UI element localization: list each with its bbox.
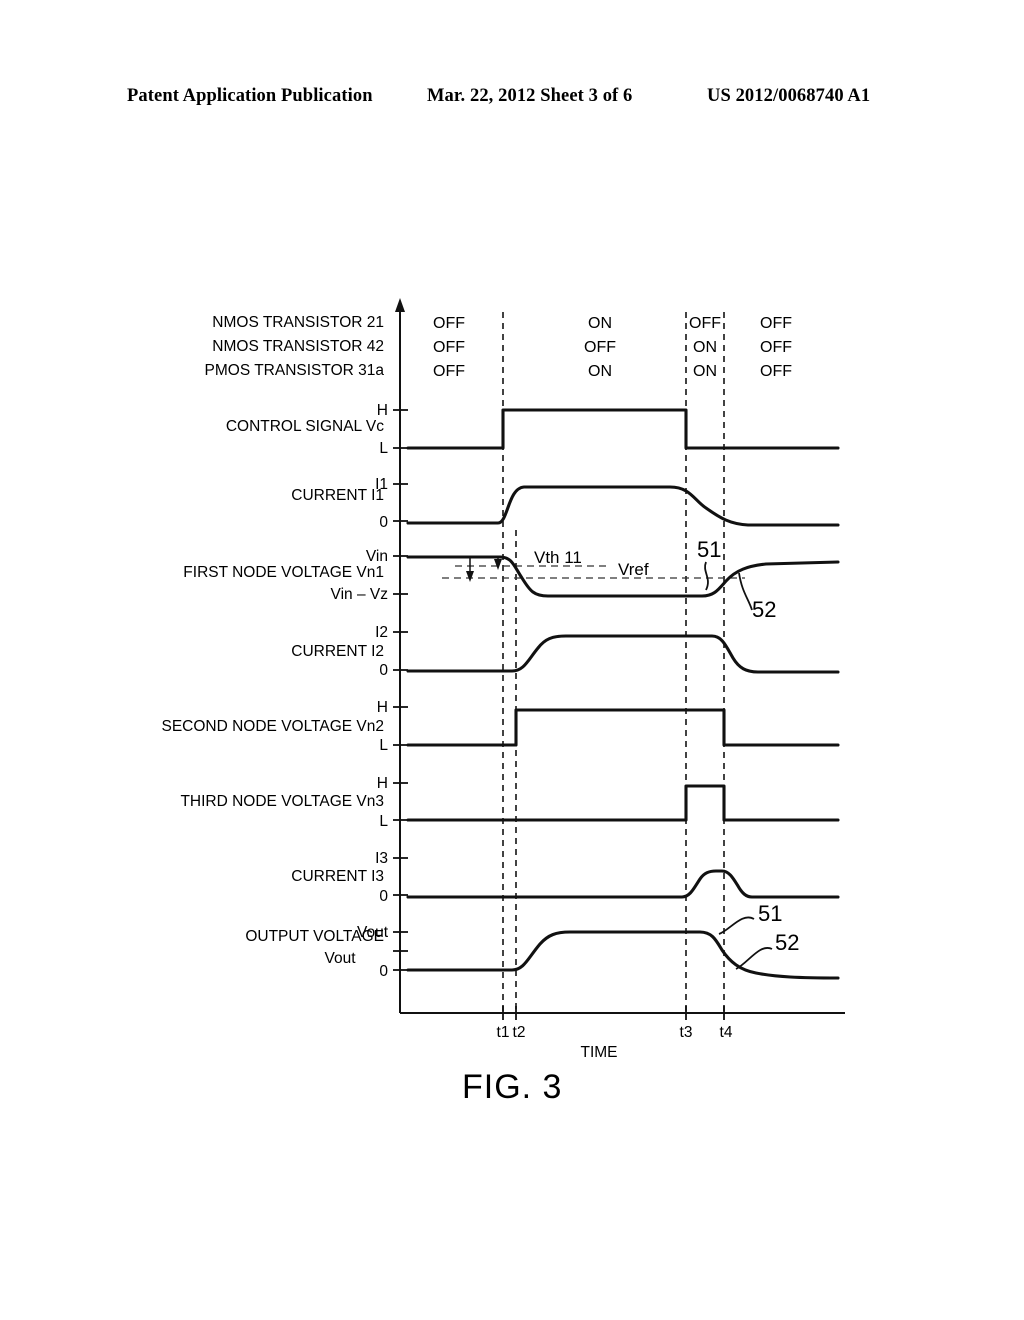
time-marker-lines [502,312,725,1013]
time-label-t1: t1 [497,1024,510,1041]
x-axis-title: TIME [580,1044,617,1061]
state-nmos42-phase3: ON [693,339,717,356]
time-label-t3: t3 [680,1024,693,1041]
state-nmos21-phase3: OFF [689,315,721,332]
state-nmos42-phase1: OFF [433,339,465,356]
tick-label-i1-zero: 0 [379,514,388,531]
tick-label-vout-high: Vout [357,924,389,941]
callout-51-vn1: 51 [697,537,721,562]
waveform-current-i3: CURRENT I3 I3 0 [291,850,840,905]
waveform-current-i1: CURRENT I1 I1 0 [291,476,840,531]
time-label-t4: t4 [720,1024,733,1041]
tick-label-vn1-vin: Vin [366,548,388,565]
tick-label-vc-h: H [377,402,388,419]
trace-current-i1 [406,485,840,527]
waveform-output-voltage-vout: OUTPUT VOLTAGE Vout Vout 0 51 52 [245,901,840,980]
trace-current-i3 [406,869,840,899]
waveform-label-current-i3: CURRENT I3 [291,868,384,885]
state-table: NMOS TRANSISTOR 21 NMOS TRANSISTOR 42 PM… [205,314,793,380]
callout-52-vn1-leader [738,572,753,611]
tick-label-i1-high: I1 [375,476,388,493]
state-nmos42-phase4: OFF [760,339,792,356]
state-row-label-nmos-21: NMOS TRANSISTOR 21 [212,314,384,331]
waveform-control-signal-vc: CONTROL SIGNAL Vc H L [226,402,840,457]
waveform-current-i2: CURRENT I2 I2 0 [291,624,840,679]
waveform-second-node-voltage-vn2: SECOND NODE VOLTAGE Vn2 H L [161,699,840,754]
annotation-vref: Vref [618,560,649,579]
tick-label-vn1-vin-minus-vz: Vin – Vz [331,586,388,603]
state-pmos31a-phase1: OFF [433,363,465,380]
callout-52-vout-leader [735,947,773,970]
tick-label-vn3-h: H [377,775,388,792]
tick-label-vn2-l: L [379,737,388,754]
state-nmos21-phase1: OFF [433,315,465,332]
tick-label-vn2-h: H [377,699,388,716]
trace-third-node-voltage-vn3 [406,784,840,822]
waveform-first-node-voltage-vn1: FIRST NODE VOLTAGE Vn1 Vin Vin – Vz Vth … [183,537,840,622]
callout-51-vn1-leader [704,561,709,591]
tick-label-vc-l: L [379,440,388,457]
state-pmos31a-phase3: ON [693,363,717,380]
waveform-label-third-node-voltage-vn3: THIRD NODE VOLTAGE Vn3 [180,793,384,810]
trace-second-node-voltage-vn2 [406,708,840,747]
callout-52-vn1: 52 [752,597,776,622]
waveform-label-output-voltage-vout: Vout [324,950,356,967]
waveform-label-first-node-voltage-vn1: FIRST NODE VOLTAGE Vn1 [183,564,384,581]
waveform-third-node-voltage-vn3: THIRD NODE VOLTAGE Vn3 H L [180,775,840,830]
state-row-label-pmos-31a: PMOS TRANSISTOR 31a [205,362,385,379]
waveform-label-current-i2: CURRENT I2 [291,643,384,660]
trace-current-i2 [406,634,840,674]
x-axis-tick-labels: t1 t2 t3 t4 [497,1024,733,1041]
tick-label-i3-zero: 0 [379,888,388,905]
waveform-label-second-node-voltage-vn2: SECOND NODE VOLTAGE Vn2 [161,718,384,735]
state-pmos31a-phase2: ON [588,363,612,380]
figure-caption: FIG. 3 [462,1068,563,1106]
tick-label-vn3-l: L [379,813,388,830]
trace-output-voltage-vout [406,930,840,980]
waveform-label-control-signal-vc: CONTROL SIGNAL Vc [226,418,384,435]
state-row-label-nmos-42: NMOS TRANSISTOR 42 [212,338,384,355]
time-label-t2: t2 [513,1024,526,1041]
state-nmos42-phase2: OFF [584,339,616,356]
callout-51-vout: 51 [758,901,782,926]
y-axis-arrow [395,298,405,312]
state-pmos31a-phase4: OFF [760,363,792,380]
tick-label-i2-high: I2 [375,624,388,641]
tick-label-i3-high: I3 [375,850,388,867]
annotation-vth-11: Vth 11 [534,548,582,567]
state-nmos21-phase2: ON [588,315,612,332]
tick-label-vout-zero: 0 [379,963,388,980]
tick-label-i2-zero: 0 [379,662,388,679]
figure-3-timing-diagram: NMOS TRANSISTOR 21 NMOS TRANSISTOR 42 PM… [0,0,1024,1320]
trace-control-signal-vc [406,408,840,450]
state-nmos21-phase4: OFF [760,315,792,332]
callout-52-vout: 52 [775,930,799,955]
waveform-label-current-i1: CURRENT I1 [291,487,384,504]
